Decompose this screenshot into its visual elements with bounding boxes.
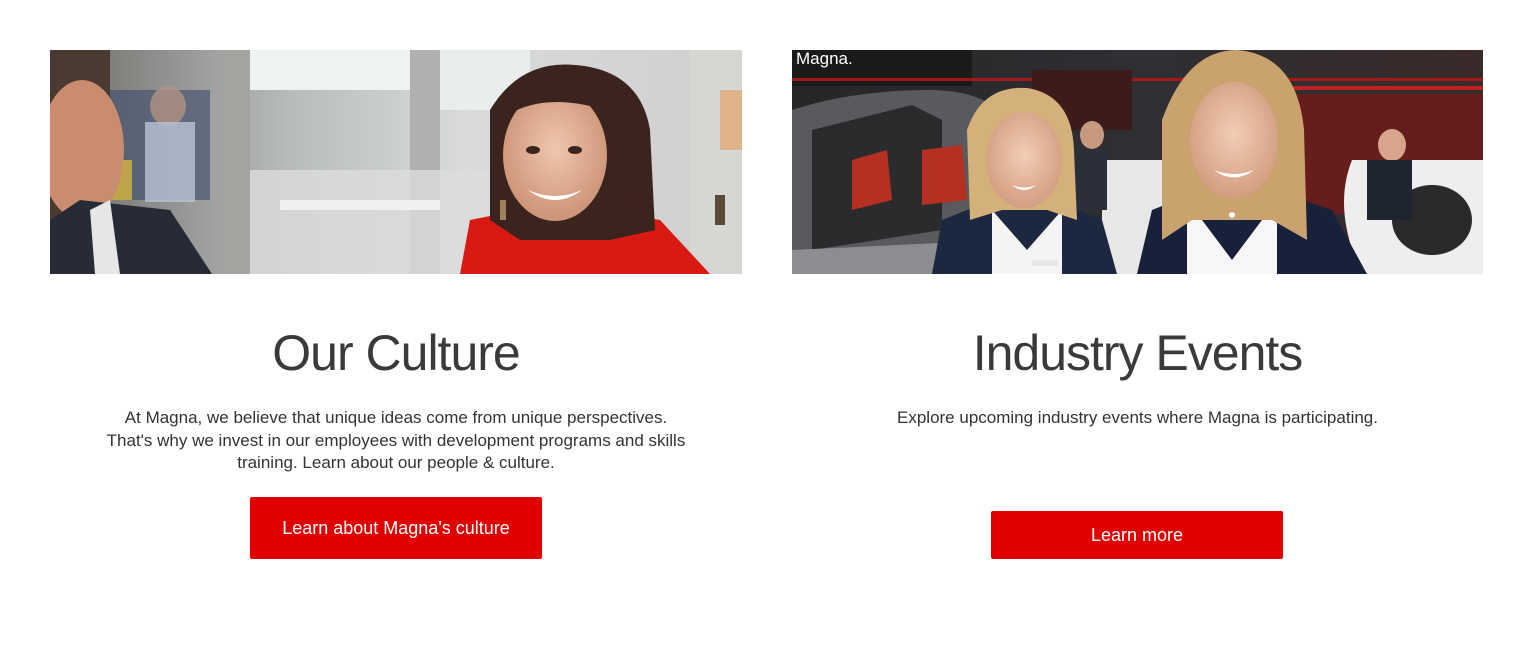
culture-description: At Magna, we believe that unique ideas c… — [106, 408, 686, 472]
culture-title: Our Culture — [272, 325, 520, 381]
events-photo: Magna. — [792, 50, 1483, 274]
culture-photo — [50, 50, 742, 274]
culture-hero-image — [50, 50, 742, 274]
page: Our Culture At Magna, we believe that un… — [0, 0, 1533, 658]
events-description: Explore upcoming industry events where M… — [897, 408, 1378, 427]
booth-signage-text: Magna. — [796, 50, 853, 68]
learn-culture-button[interactable]: Learn about Magna's culture — [250, 497, 542, 559]
events-title: Industry Events — [972, 325, 1304, 381]
events-card: Magna. Industry Events Explore upcoming … — [792, 50, 1483, 610]
events-hero-image: Magna. — [792, 50, 1483, 274]
culture-card: Our Culture At Magna, we believe that un… — [50, 50, 742, 610]
learn-more-events-button[interactable]: Learn more — [991, 511, 1283, 559]
